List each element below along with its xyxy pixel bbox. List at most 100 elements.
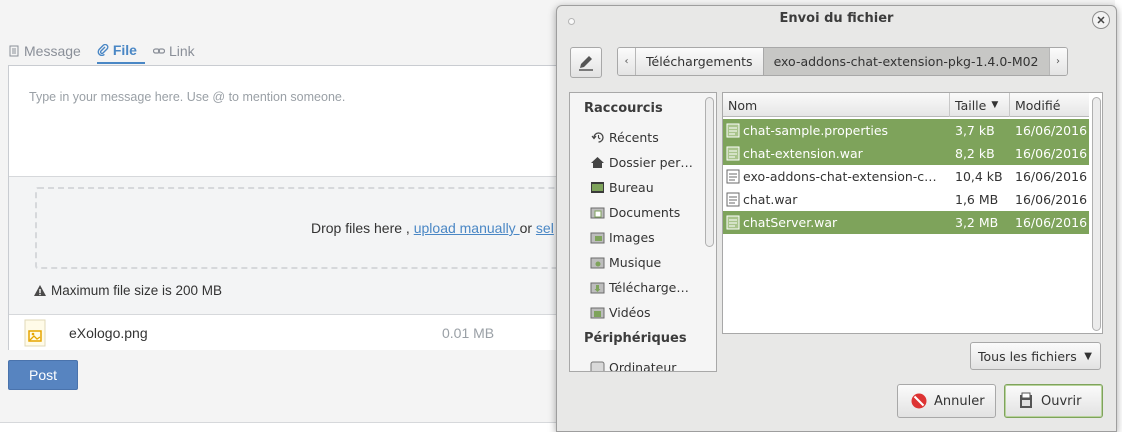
file-name: chat-sample.properties [743,123,889,138]
pencil-icon [579,55,593,71]
document-icon [9,45,19,57]
recent-icon [591,131,604,143]
folder-images-icon [590,232,605,243]
shortcuts-heading: Raccourcis [584,101,663,116]
cancel-icon [911,393,927,409]
type-location-button[interactable] [570,47,602,78]
link-icon [152,48,165,54]
post-button[interactable]: Post [8,360,78,390]
file-name: chat.war [743,192,798,207]
place-images-label: Images [609,229,655,245]
upload-manually-link[interactable]: upload manually [414,220,520,236]
places-sidebar: Raccourcis Récents Dossier per… Bureau D… [569,92,717,372]
file-list: Nom Taille ▼ Modifié chat-sample.properti… [722,92,1103,334]
file-list-scrollbar[interactable] [1092,97,1101,331]
file-size: 1,6 MB [955,192,999,207]
path-scroll-right-button[interactable]: › [1048,48,1067,75]
cancel-button-label: Annuler [934,393,985,409]
close-icon [1097,16,1105,24]
open-button[interactable]: Ouvrir [1004,384,1103,418]
devices-heading: Périphériques [584,331,687,346]
path-crumb-current[interactable]: exo-addons-chat-extension-pkg-1.4.0-M02 [762,48,1049,75]
place-desktop[interactable]: Bureau [590,178,654,196]
max-size-text: Maximum file size is 200 MB [51,283,223,298]
place-desktop-label: Bureau [609,179,654,195]
file-row[interactable]: chat.war 1,6 MB 16/06/2016 [723,188,1089,211]
tab-message[interactable]: Message [8,38,89,64]
column-modified[interactable]: Modifié [1010,93,1089,117]
folder-documents-icon [590,207,605,218]
drop-text: Drop files here , [311,220,414,236]
path-scroll-left-button[interactable]: ‹ [618,48,636,75]
path-crumb-downloads[interactable]: Téléchargements [636,48,763,75]
sort-descending-icon: ▼ [991,100,999,110]
file-type-filter[interactable]: Tous les fichiers ▼ [970,342,1101,370]
file-row[interactable]: chat-extension.war 8,2 kB 16/06/2016 [723,142,1089,165]
column-size-label: Taille [955,97,987,113]
attached-file-name: eXologo.png [69,325,148,341]
file-name: chatServer.war [743,215,838,230]
screen: { "app": { "tabs": [ {"label": "Message"… [0,0,1122,432]
column-size[interactable]: Taille ▼ [950,93,1010,117]
dialog-titlebar[interactable]: Envoi du fichier [557,6,1116,32]
file-modified: 16/06/2016 [1015,215,1088,230]
attached-file-row: eXologo.png 0.01 MB [9,314,567,350]
place-documents[interactable]: Documents [590,203,680,221]
place-computer[interactable]: Ordinateur [590,358,677,372]
file-name: chat-extension.war [743,146,863,161]
chevron-right-icon: › [1056,56,1061,67]
file-size: 3,2 MB [955,215,999,230]
place-recent[interactable]: Récents [590,128,659,146]
place-documents-label: Documents [609,204,681,220]
file-chooser-dialog: Envoi du fichier ‹ Téléchargements exo-a… [556,5,1117,432]
home-icon [591,156,604,168]
place-music-label: Musique [609,254,662,270]
drop-or-text: or [519,220,536,236]
place-home[interactable]: Dossier per… [590,153,693,171]
attached-file-size: 0.01 MB [442,325,495,341]
computer-icon [590,361,605,371]
text-file-icon [726,215,740,230]
place-music[interactable]: Musique [590,253,661,271]
tab-file-label: File [112,42,137,58]
select-link[interactable]: sel [536,220,554,236]
file-modified: 16/06/2016 [1015,123,1088,138]
place-downloads-label: Télécharge… [609,279,689,295]
path-bar: ‹ Téléchargements exo-addons-chat-extens… [617,47,1068,76]
tab-file[interactable]: File [96,38,145,64]
max-size-note: Maximum file size is 200 MB [33,283,222,298]
file-size: 8,2 kB [955,146,995,161]
cancel-button[interactable]: Annuler [897,384,996,418]
folder-videos-icon [590,307,605,318]
drop-zone[interactable]: Drop files here , upload manually or sel [35,187,575,269]
message-input[interactable]: Type in your message here. Use @ to ment… [29,90,345,104]
text-file-icon [726,123,740,138]
open-button-label: Ouvrir [1041,393,1082,409]
folder-download-icon [590,282,605,293]
desktop-icon [591,181,604,193]
folder-music-icon [590,257,605,268]
places-scrollbar[interactable] [705,97,714,247]
place-computer-label: Ordinateur [609,359,677,372]
file-row[interactable]: chat-sample.properties 3,7 kB 16/06/2016 [723,119,1089,142]
column-name[interactable]: Nom [723,93,950,117]
place-images[interactable]: Images [590,228,655,246]
file-list-header: Nom Taille ▼ Modifié [723,93,1089,117]
close-button[interactable] [1092,11,1110,29]
file-type-filter-value: Tous les fichiers [978,348,1077,364]
open-icon [1020,392,1032,408]
column-name-label: Nom [728,97,758,113]
file-modified: 16/06/2016 [1015,192,1088,207]
place-downloads[interactable]: Télécharge… [590,278,689,296]
place-videos[interactable]: Vidéos [590,303,651,321]
file-row[interactable]: chatServer.war 3,2 MB 16/06/2016 [723,211,1089,234]
file-name: exo-addons-chat-extension-c… [743,169,937,184]
place-home-label: Dossier per… [609,154,693,170]
tab-message-label: Message [24,43,81,59]
file-size: 3,7 kB [955,123,995,138]
chevron-down-icon: ▼ [1084,351,1092,362]
tab-link[interactable]: Link [152,38,203,64]
place-videos-label: Vidéos [609,304,651,320]
file-row[interactable]: exo-addons-chat-extension-c… 10,4 kB 16/06… [723,165,1089,188]
composer-box: Type in your message here. Use @ to ment… [8,65,575,350]
